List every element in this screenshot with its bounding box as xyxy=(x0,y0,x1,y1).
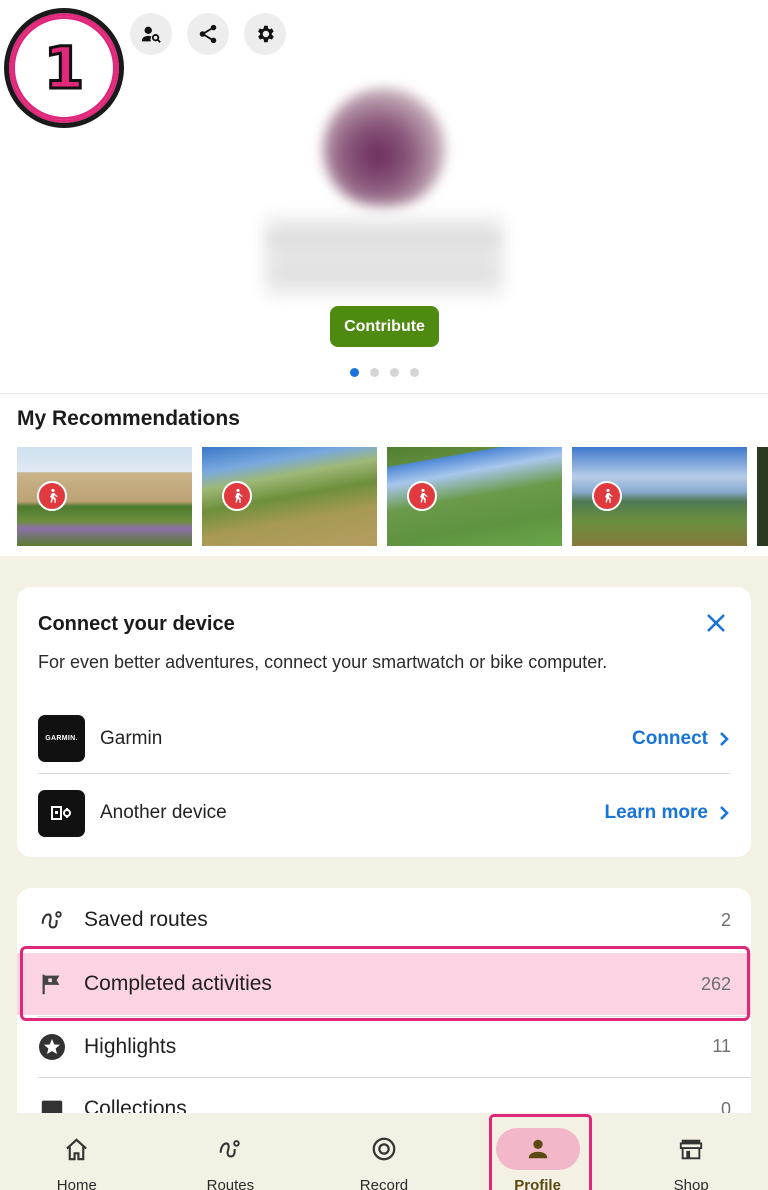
recommendation-card[interactable] xyxy=(572,447,747,546)
profile-list-card: Saved routes 2 Completed activities 262 … xyxy=(17,888,751,1148)
flag-icon xyxy=(38,970,66,998)
list-item-count: 262 xyxy=(700,973,731,994)
connect-device-description: For even better adventures, connect your… xyxy=(38,652,608,672)
device-watch-icon xyxy=(38,789,85,837)
record-icon xyxy=(370,1135,398,1163)
contribute-button[interactable]: Contribute xyxy=(330,306,439,347)
connect-device-card: Connect your device For even better adve… xyxy=(17,587,751,857)
nav-routes[interactable]: Routes xyxy=(154,1113,308,1190)
carousel-dot[interactable] xyxy=(410,368,419,377)
share-button[interactable] xyxy=(187,13,229,55)
chevron-right-icon xyxy=(720,806,729,820)
bottom-navigation: Home Routes Record Profile Shop xyxy=(0,1113,768,1190)
step-number: 1 xyxy=(42,33,85,104)
device-name: Garmin xyxy=(100,727,163,749)
gear-icon xyxy=(258,25,274,43)
nav-label: Routes xyxy=(206,1177,255,1190)
profile-name-blurred xyxy=(265,210,503,298)
device-row-other[interactable]: Another device Learn more xyxy=(38,783,730,843)
route-icon xyxy=(38,906,66,934)
recommendations-title: My Recommendations xyxy=(17,407,240,430)
carousel-dot[interactable] xyxy=(370,368,379,377)
recommendation-card[interactable] xyxy=(757,447,768,546)
share-icon xyxy=(199,24,217,44)
device-row-garmin[interactable]: GARMIN. Garmin Connect xyxy=(38,704,730,774)
profile-icon xyxy=(524,1135,552,1163)
device-name: Another device xyxy=(100,802,227,823)
recommendation-card[interactable] xyxy=(17,447,192,546)
step-number-badge: 1 xyxy=(4,8,124,128)
nav-shop[interactable]: Shop xyxy=(614,1113,768,1190)
find-friends-button[interactable] xyxy=(130,13,172,55)
nav-home[interactable]: Home xyxy=(0,1113,154,1190)
hiking-icon xyxy=(37,481,67,511)
list-item-label: Saved routes xyxy=(84,908,208,931)
recommendation-card[interactable] xyxy=(202,447,377,546)
connect-button[interactable]: Connect xyxy=(632,728,730,750)
learn-more-button[interactable]: Learn more xyxy=(605,802,730,824)
nav-profile[interactable]: Profile xyxy=(461,1113,615,1190)
home-icon xyxy=(63,1135,91,1163)
nav-label: Home xyxy=(56,1177,97,1190)
star-icon xyxy=(38,1033,66,1061)
hiking-icon xyxy=(407,481,437,511)
shop-icon xyxy=(677,1135,705,1163)
list-item-highlights[interactable]: Highlights 11 xyxy=(38,1016,751,1078)
list-item-completed-activities[interactable]: Completed activities 262 xyxy=(17,953,751,1015)
carousel-dot[interactable] xyxy=(390,368,399,377)
list-item-saved-routes[interactable]: Saved routes 2 xyxy=(17,889,751,951)
nav-label: Shop xyxy=(673,1177,709,1190)
garmin-logo: GARMIN. xyxy=(38,715,85,762)
list-item-label: Highlights xyxy=(84,1034,177,1058)
route-icon xyxy=(216,1135,244,1163)
recommendation-card[interactable] xyxy=(387,447,562,546)
close-icon[interactable] xyxy=(705,612,727,634)
hiking-icon xyxy=(592,481,622,511)
chevron-right-icon xyxy=(720,731,729,746)
list-divider xyxy=(37,1016,751,1017)
hiking-icon xyxy=(222,481,252,511)
person-search-icon xyxy=(141,26,161,43)
list-item-count: 2 xyxy=(720,909,731,930)
connect-device-title: Connect your device xyxy=(38,613,235,635)
avatar[interactable] xyxy=(323,88,445,210)
carousel-dot[interactable] xyxy=(350,368,359,377)
carousel-pagination xyxy=(350,368,419,377)
section-divider xyxy=(0,393,768,394)
settings-button[interactable] xyxy=(244,13,286,55)
nav-record[interactable]: Record xyxy=(307,1113,461,1190)
list-item-label: Completed activities xyxy=(84,972,272,995)
nav-label: Record xyxy=(359,1177,409,1190)
list-item-count: 11 xyxy=(712,1036,731,1056)
nav-label: Profile xyxy=(514,1177,561,1190)
